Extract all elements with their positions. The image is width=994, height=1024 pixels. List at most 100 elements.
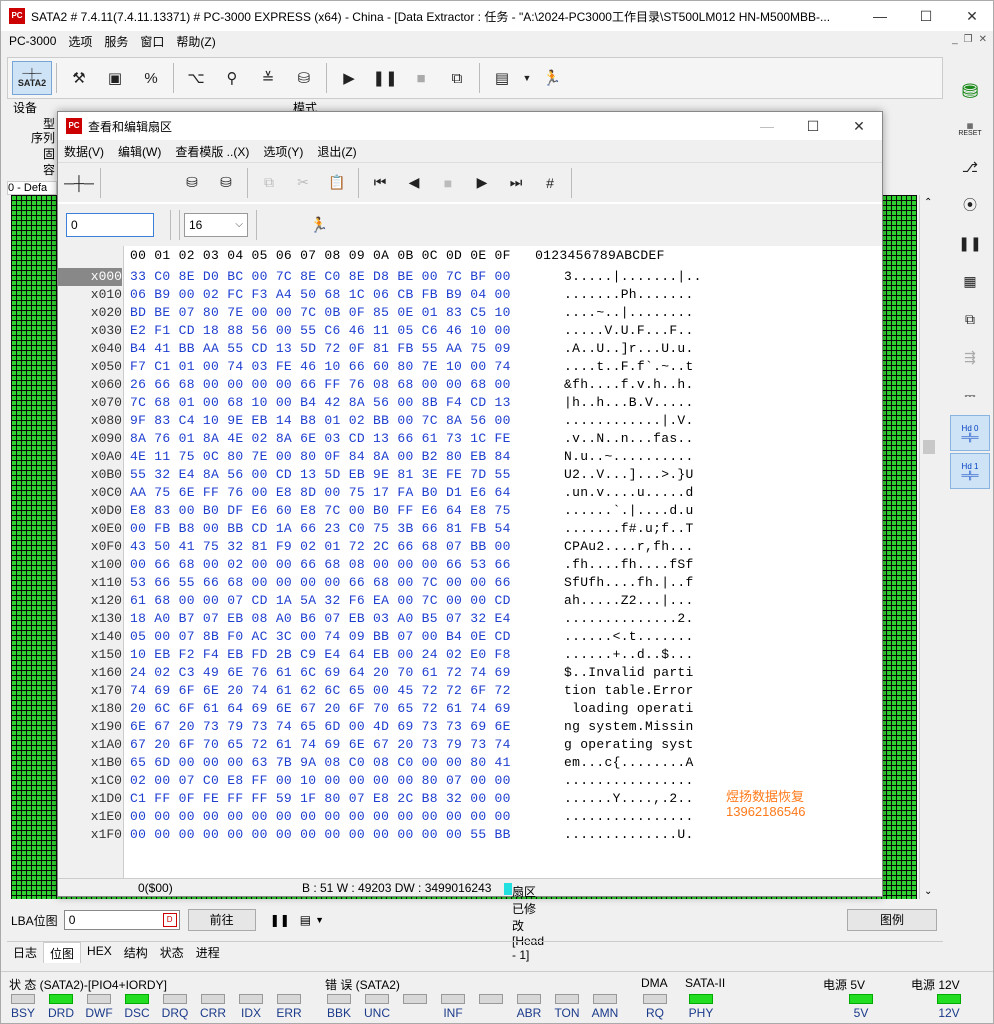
- monitor-icon[interactable]: ▤: [484, 61, 520, 95]
- row-ascii[interactable]: ng system.Missin: [564, 718, 694, 736]
- row-bytes[interactable]: 05 00 07 8B F0 AC 3C 00 74 09 BB 07 00 B…: [130, 628, 511, 646]
- connector-icon[interactable]: ⎓: [950, 377, 990, 413]
- scan-icon[interactable]: ⦿: [950, 187, 990, 223]
- save-disk-icon[interactable]: ⛁: [175, 168, 209, 198]
- mdi-restore-button[interactable]: ❐: [964, 34, 973, 45]
- hd0-button[interactable]: Hd 0 ═╬═: [950, 415, 990, 451]
- tab-bitmap[interactable]: 位图: [43, 942, 82, 963]
- goto-button[interactable]: 前往: [187, 909, 256, 931]
- row-bytes[interactable]: 20 6C 6F 61 64 69 6E 67 20 6F 70 65 72 6…: [130, 700, 511, 718]
- goto-sector-icon[interactable]: #: [533, 168, 567, 198]
- hex-view[interactable]: 00 01 02 03 04 05 06 07 08 09 0A 0B 0C 0…: [58, 246, 882, 878]
- reset-button[interactable]: ▦ RESET: [950, 111, 990, 147]
- row-bytes[interactable]: E2 F1 CD 18 88 56 00 55 C6 46 11 05 C6 4…: [130, 322, 511, 340]
- tab-structure[interactable]: 结构: [118, 942, 154, 963]
- row-ascii[interactable]: ......`.|....d.u: [564, 502, 694, 520]
- row-ascii[interactable]: ................: [564, 808, 694, 826]
- row-bytes[interactable]: BD BE 07 80 7E 00 00 7C 0B 0F 85 0E 01 8…: [130, 304, 511, 322]
- dialog-menu-edit[interactable]: 编辑(W): [118, 143, 161, 160]
- row-bytes[interactable]: 00 00 00 00 00 00 00 00 00 00 00 00 00 0…: [130, 826, 511, 844]
- row-bytes[interactable]: 18 A0 B7 07 EB 08 A0 B6 07 EB 03 A0 B5 0…: [130, 610, 511, 628]
- save-as-disk-icon[interactable]: ⛁: [209, 168, 243, 198]
- dialog-minimize-button[interactable]: —: [744, 112, 790, 140]
- row-bytes[interactable]: 74 69 6F 6E 20 74 61 62 6C 65 00 45 72 7…: [130, 682, 511, 700]
- dialog-menu-template[interactable]: 查看模版 ..(X): [175, 143, 249, 160]
- row-ascii[interactable]: loading operati: [564, 700, 694, 718]
- row-bytes[interactable]: 43 50 41 75 32 81 F9 02 01 72 2C 66 68 0…: [130, 538, 511, 556]
- row-ascii[interactable]: .A..U..]r...U.u.: [564, 340, 694, 358]
- row-bytes[interactable]: 06 B9 00 02 FC F3 A4 50 68 1C 06 CB FB B…: [130, 286, 511, 304]
- db-green-icon[interactable]: ⛃: [950, 73, 990, 109]
- stop-icon[interactable]: ■: [403, 61, 439, 95]
- first-sector-icon[interactable]: ⏮: [363, 168, 397, 198]
- row-bytes[interactable]: 10 EB F2 F4 EB FD 2B C9 E4 64 EB 00 24 0…: [130, 646, 511, 664]
- sata2-button[interactable]: ─┼─ SATA2: [12, 61, 52, 95]
- row-ascii[interactable]: &fh....f.v.h..h.: [564, 376, 694, 394]
- menu-window[interactable]: 窗口: [140, 33, 164, 50]
- hd1-button[interactable]: Hd 1 ═╬═: [950, 453, 990, 489]
- row-ascii[interactable]: U2..V...]...>.}U: [564, 466, 694, 484]
- row-bytes[interactable]: 00 66 68 00 02 00 00 66 68 08 00 00 00 6…: [130, 556, 511, 574]
- menu-service[interactable]: 服务: [104, 33, 128, 50]
- row-bytes[interactable]: 61 68 00 00 07 CD 1A 5A 32 F6 EA 00 7C 0…: [130, 592, 511, 610]
- row-ascii[interactable]: ................: [564, 772, 694, 790]
- row-bytes[interactable]: 7C 68 01 00 68 10 00 B4 42 8A 56 00 8B F…: [130, 394, 511, 412]
- stack-icon[interactable]: ≚: [250, 61, 286, 95]
- row-bytes[interactable]: AA 75 6E FF 76 00 E8 8D 00 75 17 FA B0 D…: [130, 484, 511, 502]
- row-ascii[interactable]: ah.....Z2...|...: [564, 592, 694, 610]
- row-ascii[interactable]: ....~..|........: [564, 304, 694, 322]
- row-ascii[interactable]: ......<.t.......: [564, 628, 694, 646]
- mdi-close-button[interactable]: ✕: [979, 34, 987, 45]
- tools-icon[interactable]: ⚒: [61, 61, 97, 95]
- row-ascii[interactable]: tion table.Error: [564, 682, 694, 700]
- run-icon[interactable]: 🏃: [534, 61, 570, 95]
- mdi-minimize-button[interactable]: _: [952, 34, 958, 45]
- row-bytes[interactable]: 00 FB B8 00 BB CD 1A 66 23 C0 75 3B 66 8…: [130, 520, 511, 538]
- sector-address-input[interactable]: 0: [66, 213, 154, 237]
- row-bytes[interactable]: 4E 11 75 0C 80 7E 00 80 0F 84 8A 00 B2 8…: [130, 448, 511, 466]
- row-ascii[interactable]: .....V.U.F...F..: [564, 322, 694, 340]
- row-ascii[interactable]: em...c{........A: [564, 754, 694, 772]
- dialog-close-button[interactable]: ✕: [836, 112, 882, 140]
- row-bytes[interactable]: B4 41 BB AA 55 CD 13 5D 72 0F 81 FB 55 A…: [130, 340, 511, 358]
- copy-icon[interactable]: ⧉: [252, 168, 286, 198]
- lba-chip-icon[interactable]: D: [162, 913, 177, 927]
- prev-sector-icon[interactable]: ◀: [397, 168, 431, 198]
- row-bytes[interactable]: 55 32 E4 8A 56 00 CD 13 5D EB 9E 81 3E F…: [130, 466, 511, 484]
- tab-hex[interactable]: HEX: [81, 942, 118, 963]
- row-bytes[interactable]: 65 6D 00 00 00 63 7B 9A 08 C0 08 C0 00 0…: [130, 754, 511, 772]
- tab-status[interactable]: 状态: [154, 942, 190, 963]
- row-ascii[interactable]: ..............U.: [564, 826, 694, 844]
- next-sector-icon[interactable]: ▶: [465, 168, 499, 198]
- paste-icon[interactable]: 📋: [320, 168, 354, 198]
- bitmap-scrollbar[interactable]: ⌃ ⌄: [919, 195, 937, 899]
- row-bytes[interactable]: 02 00 07 C0 E8 FF 00 10 00 00 00 00 80 0…: [130, 772, 511, 790]
- probe-icon[interactable]: ⌥: [178, 61, 214, 95]
- percent-chip-icon[interactable]: %: [133, 61, 169, 95]
- layers-icon[interactable]: ⧉: [950, 301, 990, 337]
- row-ascii[interactable]: ......Y....,.2..: [564, 790, 694, 808]
- last-sector-icon[interactable]: ⏭: [499, 168, 533, 198]
- row-bytes[interactable]: C1 FF 0F FE FF FF 59 1F 80 07 E8 2C B8 3…: [130, 790, 511, 808]
- row-bytes[interactable]: F7 C1 01 00 74 03 FE 46 10 66 60 80 7E 1…: [130, 358, 511, 376]
- lba-input[interactable]: 0D: [63, 910, 180, 930]
- stop-icon[interactable]: ■: [431, 168, 465, 198]
- row-ascii[interactable]: ......+..d..$...: [564, 646, 694, 664]
- tab-log[interactable]: 日志: [7, 942, 43, 963]
- pause-icon[interactable]: ❚❚: [950, 225, 990, 261]
- row-ascii[interactable]: SfUfh....fh.|..f: [564, 574, 694, 592]
- row-ascii[interactable]: CPAu2....r,fh...: [564, 538, 694, 556]
- dialog-menu-data[interactable]: 数据(V): [64, 143, 104, 160]
- dropdown-icon[interactable]: ▼: [315, 915, 324, 925]
- scroll-down-icon[interactable]: ⌄: [924, 886, 932, 897]
- branch-icon[interactable]: ⎇: [950, 149, 990, 185]
- tab-process[interactable]: 进程: [190, 942, 226, 963]
- menu-help[interactable]: 帮助(Z): [176, 33, 215, 50]
- grid-icon[interactable]: ▦: [950, 263, 990, 299]
- dialog-maximize-button[interactable]: ☐: [790, 112, 836, 140]
- row-ascii[interactable]: .fh....fh....fSf: [564, 556, 694, 574]
- row-ascii[interactable]: 3.....|.......|..: [564, 268, 702, 286]
- dialog-menu-options[interactable]: 选项(Y): [263, 143, 303, 160]
- row-bytes[interactable]: 6E 67 20 73 79 73 74 65 6D 00 4D 69 73 7…: [130, 718, 511, 736]
- row-bytes[interactable]: 8A 76 01 8A 4E 02 8A 6E 03 CD 13 66 61 7…: [130, 430, 511, 448]
